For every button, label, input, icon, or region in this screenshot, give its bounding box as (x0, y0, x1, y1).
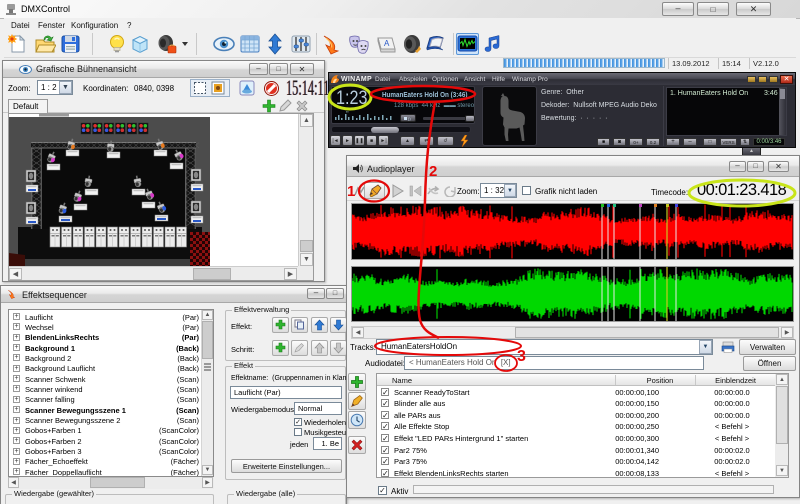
svg-text:A: A (384, 39, 390, 48)
